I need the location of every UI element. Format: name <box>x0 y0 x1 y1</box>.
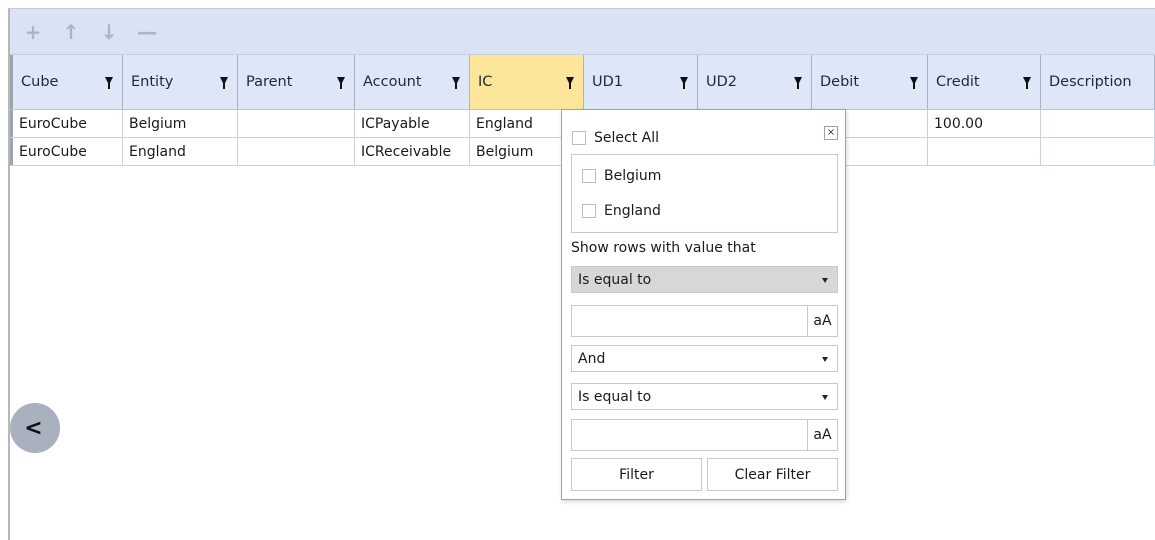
filter-option[interactable]: Belgium <box>572 158 837 193</box>
option-label: Belgium <box>604 167 662 184</box>
filter-options-list: Belgium England <box>571 154 838 233</box>
column-header-label: UD1 <box>592 74 624 90</box>
filter-funnel-icon[interactable] <box>794 77 802 89</box>
filter-option[interactable]: England <box>572 193 837 228</box>
cell-description[interactable] <box>1041 138 1155 165</box>
column-header-label: UD2 <box>706 74 738 90</box>
cell-cube[interactable]: EuroCube <box>10 110 123 137</box>
cell-description[interactable] <box>1041 110 1155 137</box>
column-header-debit[interactable]: Debit <box>812 55 928 109</box>
cell-credit[interactable] <box>928 138 1041 165</box>
cell-entity[interactable]: Belgium <box>123 110 238 137</box>
column-header-ud1[interactable]: UD1 <box>584 55 698 109</box>
filter-funnel-icon[interactable] <box>337 77 345 89</box>
column-header-label: Cube <box>21 74 59 90</box>
close-icon[interactable]: × <box>824 126 838 140</box>
condition2-value: Is equal to <box>578 388 652 405</box>
match-case-toggle[interactable]: aA <box>807 419 838 451</box>
column-header-cube[interactable]: Cube <box>10 55 123 109</box>
select-all-checkbox[interactable] <box>572 131 586 145</box>
move-up-icon[interactable]: ↑ <box>60 21 82 43</box>
filter-funnel-icon[interactable] <box>566 77 574 89</box>
dropdown-caret-icon <box>822 357 828 362</box>
match-case-toggle[interactable]: aA <box>807 305 838 337</box>
remove-row-icon[interactable]: — <box>136 21 158 43</box>
column-header-ud2[interactable]: UD2 <box>698 55 812 109</box>
column-header-account[interactable]: Account <box>355 55 470 109</box>
column-header-label: Credit <box>936 74 980 90</box>
show-rows-label: Show rows with value that <box>571 240 756 256</box>
chevron-left-icon: < <box>24 415 43 441</box>
grid-toolbar: + ↑ ↓ — <box>10 9 1155 55</box>
clear-filter-button[interactable]: Clear Filter <box>707 458 838 491</box>
filter-popup: Select All × Belgium England Show rows w… <box>561 109 846 500</box>
cell-parent[interactable] <box>238 138 355 165</box>
filter-funnel-icon[interactable] <box>452 77 460 89</box>
condition2-select[interactable]: Is equal to <box>571 383 838 410</box>
option-checkbox[interactable] <box>582 168 596 183</box>
condition1-value: Is equal to <box>578 271 652 288</box>
back-button[interactable]: < <box>10 403 60 453</box>
column-header-label: Entity <box>131 74 174 90</box>
cell-parent[interactable] <box>238 110 355 137</box>
dropdown-caret-icon <box>822 278 828 283</box>
column-header-label: Account <box>363 74 422 90</box>
filter-funnel-icon[interactable] <box>910 77 918 89</box>
logic-operator-value: And <box>578 350 606 367</box>
header-row: Cube Entity Parent Account IC UD1 UD2 De… <box>10 55 1155 110</box>
cell-credit[interactable]: 100.00 <box>928 110 1041 137</box>
cell-account[interactable]: ICReceivable <box>355 138 470 165</box>
cell-entity[interactable]: England <box>123 138 238 165</box>
filter-funnel-icon[interactable] <box>105 77 113 89</box>
logic-operator-select[interactable]: And <box>571 345 838 372</box>
dropdown-caret-icon <box>822 395 828 400</box>
filter-funnel-icon[interactable] <box>1023 77 1031 89</box>
condition1-select[interactable]: Is equal to <box>571 266 838 293</box>
column-header-entity[interactable]: Entity <box>123 55 238 109</box>
filter-funnel-icon[interactable] <box>220 77 228 89</box>
select-all-row[interactable]: Select All × <box>572 120 838 156</box>
column-header-label: Parent <box>246 74 293 90</box>
value1-input[interactable] <box>571 305 808 337</box>
column-header-parent[interactable]: Parent <box>238 55 355 109</box>
column-header-label: Debit <box>820 74 860 90</box>
value2-input[interactable] <box>571 419 808 451</box>
move-down-icon[interactable]: ↓ <box>98 21 120 43</box>
add-row-icon[interactable]: + <box>22 21 44 43</box>
cell-account[interactable]: ICPayable <box>355 110 470 137</box>
filter-button[interactable]: Filter <box>571 458 702 491</box>
column-header-ic[interactable]: IC <box>470 55 584 109</box>
option-label: England <box>604 202 661 219</box>
column-header-label: Description <box>1049 74 1132 90</box>
filter-funnel-icon[interactable] <box>680 77 688 89</box>
cell-cube[interactable]: EuroCube <box>10 138 123 165</box>
column-header-description[interactable]: Description <box>1041 55 1155 109</box>
column-header-label: IC <box>478 74 493 90</box>
select-all-label: Select All <box>594 130 659 146</box>
column-header-credit[interactable]: Credit <box>928 55 1041 109</box>
option-checkbox[interactable] <box>582 203 596 218</box>
